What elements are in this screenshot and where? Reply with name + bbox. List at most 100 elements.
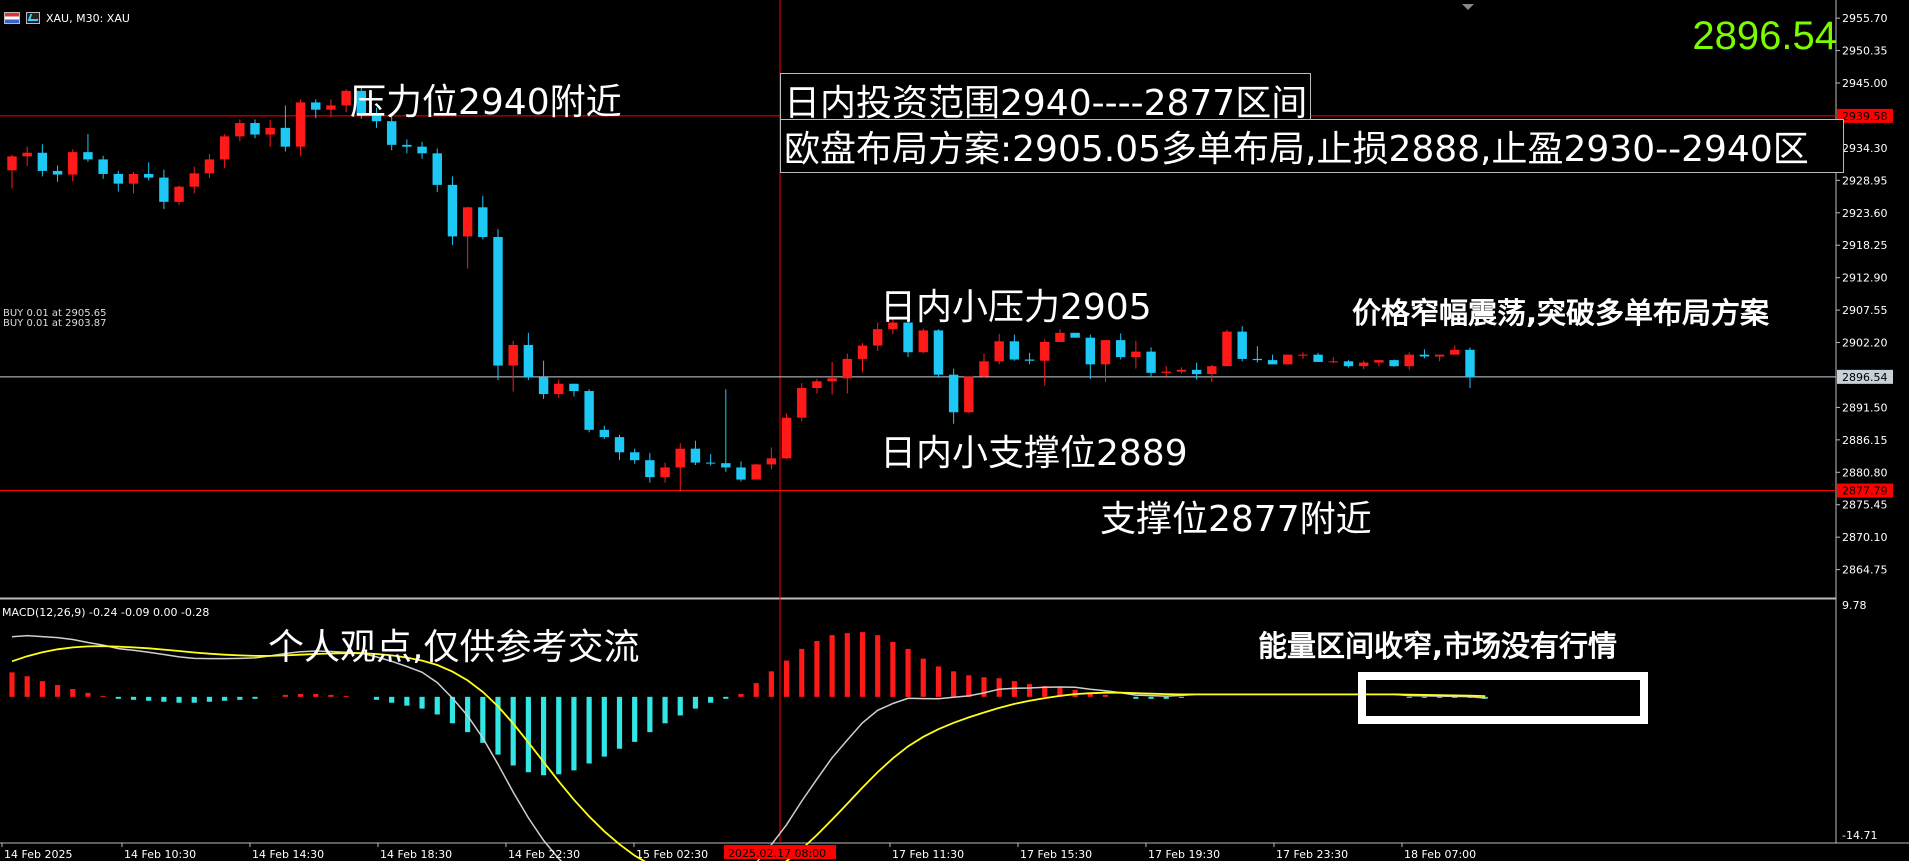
candle-body bbox=[1070, 332, 1080, 338]
candle-body bbox=[295, 102, 306, 147]
candle-body bbox=[52, 170, 63, 175]
opinion-annotation: 个人观点,仅供参考交流 bbox=[268, 627, 640, 668]
candle-body bbox=[1328, 361, 1339, 363]
candle-body bbox=[159, 177, 169, 202]
price-tick-label: 2945.00 bbox=[1842, 77, 1888, 90]
candle-body bbox=[128, 173, 139, 184]
candle-body bbox=[1298, 354, 1308, 356]
candle-body bbox=[979, 361, 989, 377]
candle-body bbox=[402, 144, 412, 147]
macd-label: MACD(12,26,9) -0.24 -0.09 0.00 -0.28 bbox=[2, 606, 210, 619]
candle-body bbox=[827, 378, 837, 382]
candle-body bbox=[599, 429, 610, 438]
candle-body bbox=[1131, 351, 1141, 358]
candle-body bbox=[113, 173, 124, 184]
candle-body bbox=[660, 467, 670, 478]
candle-body bbox=[265, 127, 275, 135]
candle-body bbox=[1419, 354, 1430, 357]
candle-body bbox=[250, 123, 260, 135]
price-tick-label: 2907.55 bbox=[1842, 304, 1888, 317]
energy-annotation: 能量区间收窄,市场没有行情 bbox=[1258, 629, 1618, 663]
support-annotation: 支撑位2877附近 bbox=[1100, 499, 1372, 540]
price-tick-label: 2875.45 bbox=[1842, 499, 1888, 512]
macd-line bbox=[11, 634, 1486, 861]
candle-body bbox=[174, 186, 184, 202]
candle-body bbox=[857, 345, 868, 359]
candle-body bbox=[1085, 337, 1096, 365]
level-badge-label: 2896.54 bbox=[1842, 371, 1888, 384]
candle-body bbox=[1146, 351, 1156, 373]
candle-body bbox=[1465, 349, 1475, 378]
candle-body bbox=[1252, 358, 1263, 361]
trade-markers: BUY 0.01 at 2905.65 BUY 0.01 at 2903.87 bbox=[3, 309, 107, 329]
candle-body bbox=[280, 127, 291, 147]
price-tick-label: 2928.95 bbox=[1842, 174, 1888, 187]
price-tick-label: 2950.35 bbox=[1842, 45, 1888, 58]
candle-body bbox=[1283, 354, 1293, 365]
candle-body bbox=[1207, 366, 1217, 375]
candle-body bbox=[842, 358, 853, 379]
candle-body bbox=[1115, 340, 1126, 358]
candle-body bbox=[1358, 362, 1369, 367]
candle-body bbox=[781, 417, 792, 459]
price-tick-label: 2934.30 bbox=[1842, 142, 1888, 155]
time-tick-label: 17 Feb 11:30 bbox=[892, 848, 964, 861]
candle-body bbox=[1191, 369, 1202, 375]
candle-body bbox=[569, 383, 579, 392]
candle-body bbox=[1434, 354, 1445, 357]
candle-body bbox=[1024, 359, 1035, 361]
price-tick-label: 2886.15 bbox=[1842, 434, 1888, 447]
candle-body bbox=[447, 184, 458, 237]
oscillation-annotation: 价格窄幅震荡,突破多单布局方案 bbox=[1352, 296, 1770, 330]
candle-body bbox=[7, 156, 17, 171]
price-tick-label: 2870.10 bbox=[1842, 531, 1888, 544]
candle-body bbox=[189, 173, 199, 187]
level-badge-label: 2877.79 bbox=[1842, 485, 1888, 498]
time-tick-label: 14 Feb 10:30 bbox=[124, 848, 196, 861]
candle-body bbox=[1450, 349, 1460, 355]
time-tick-label: 17 Feb 23:30 bbox=[1276, 848, 1348, 861]
plan-annotation: 欧盘布局方案:2905.05多单布局,止损2888,止盈2930--2940区 bbox=[780, 119, 1844, 173]
level-badge-label: 2939.58 bbox=[1842, 110, 1888, 123]
price-tick-label: 2912.90 bbox=[1842, 272, 1888, 285]
candle-body bbox=[508, 344, 518, 366]
macd-axis-max: 9.78 bbox=[1842, 599, 1867, 612]
time-tick-label: 18 Feb 07:00 bbox=[1404, 848, 1476, 861]
candle-body bbox=[493, 237, 503, 366]
candle-body bbox=[143, 173, 154, 178]
candle-body bbox=[204, 159, 215, 174]
candle-body bbox=[751, 464, 761, 480]
price-tick-label: 2880.80 bbox=[1842, 466, 1888, 479]
candle-body bbox=[721, 463, 731, 468]
candle-body bbox=[1161, 371, 1171, 373]
candle-body bbox=[933, 330, 944, 375]
candle-body bbox=[1267, 360, 1278, 365]
candle-body bbox=[1237, 331, 1247, 359]
candle-body bbox=[523, 344, 534, 378]
candle-body bbox=[83, 152, 93, 160]
candle-body bbox=[432, 153, 442, 185]
current-price: 2896.54 bbox=[1692, 14, 1837, 58]
signal-line bbox=[11, 645, 1486, 861]
candle-body bbox=[812, 381, 822, 389]
trade-label: BUY 0.01 at 2903.87 bbox=[3, 318, 107, 329]
small-support-annotation: 日内小支撑位2889 bbox=[880, 433, 1188, 474]
candle-body bbox=[766, 458, 777, 465]
highlight-box bbox=[1358, 672, 1648, 724]
candle-body bbox=[37, 152, 48, 171]
time-tick-label: 14 Feb 2025 bbox=[4, 848, 72, 861]
candle-body bbox=[235, 123, 245, 137]
price-tick-label: 2918.25 bbox=[1842, 239, 1888, 252]
price-tick-label: 2864.75 bbox=[1842, 564, 1888, 577]
time-tick-label: 15 Feb 02:30 bbox=[636, 848, 708, 861]
candle-body bbox=[538, 377, 549, 395]
candle-body bbox=[645, 460, 655, 478]
time-tick-label: 14 Feb 14:30 bbox=[252, 848, 324, 861]
candle-body bbox=[736, 467, 746, 480]
time-tick-label: 14 Feb 22:30 bbox=[508, 848, 580, 861]
candle-body bbox=[690, 448, 701, 463]
cursor-time-label: 2025.02.17 08:00 bbox=[728, 847, 826, 860]
time-tick-label: 14 Feb 18:30 bbox=[380, 848, 452, 861]
macd-axis-min: -14.71 bbox=[1842, 829, 1877, 842]
candle-body bbox=[462, 207, 473, 237]
